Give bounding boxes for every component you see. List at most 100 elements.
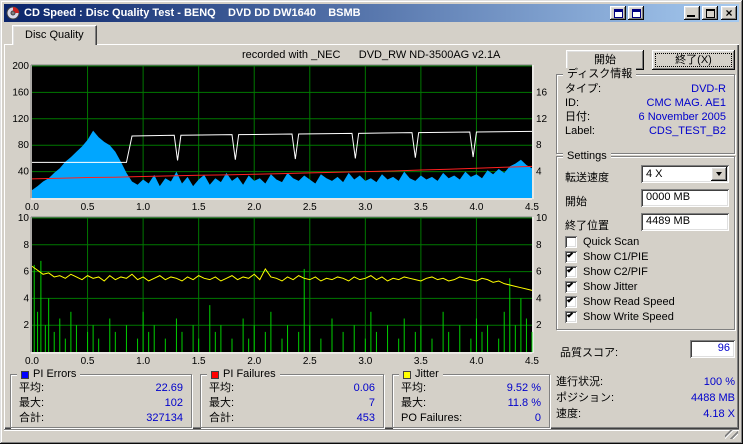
- show-write-speed-checkbox[interactable]: [565, 310, 577, 323]
- checkbox-label: Show C2/PIF: [583, 265, 648, 278]
- minimize-icon: [687, 15, 695, 17]
- svg-text:3.5: 3.5: [414, 202, 428, 212]
- svg-text:2.5: 2.5: [303, 202, 317, 212]
- svg-text:120: 120: [12, 114, 29, 125]
- disc-type-value: DVD-R: [691, 83, 726, 95]
- pi-failures-legend-chip: [211, 370, 219, 379]
- show-c1-pie-checkbox[interactable]: [565, 250, 577, 263]
- checkbox-show-read-speed[interactable]: Show Read Speed: [565, 295, 675, 308]
- settings-group: Settings 転送速度 4 X 開始 0000 MB 終了位置 4489 M…: [556, 150, 735, 330]
- pie-speed-chart: 200 160 120 80 40 16 12 8 4 0.0 0.5 1.0 1.5 2.0 2.5 3.0…: [8, 62, 550, 212]
- chevron-down-icon: [716, 172, 722, 176]
- pif-jitter-chart: 10 8 6 4 2 10 8 6 4 2 0.0 0.5 1.0 1.5 2.0 2.5 3.0 3.5 4.0 4…: [8, 214, 550, 366]
- pie-speed-chart-svg: 200 160 120 80 40 16 12 8 4 0.0 0.5 1.0 1.5 2.0 2.5 3.0…: [12, 62, 548, 212]
- titlebar[interactable]: CD Speed : Disc Quality Test - BENQ DVD …: [4, 4, 739, 22]
- svg-text:80: 80: [18, 140, 30, 151]
- svg-text:10: 10: [18, 214, 30, 224]
- svg-text:8: 8: [536, 240, 542, 251]
- quick-scan-checkbox[interactable]: [565, 235, 577, 248]
- disc-type-row: タイプ: DVD-R: [565, 83, 726, 97]
- show-c2-pif-checkbox[interactable]: [565, 265, 577, 278]
- quality-score-label: 品質スコア:: [560, 347, 619, 359]
- svg-text:1.0: 1.0: [136, 356, 150, 366]
- checkbox-label: Show C1/PIE: [583, 250, 649, 263]
- stat-row: 平均: 9.52 %: [401, 382, 541, 394]
- stat-row: 最大: 7: [209, 397, 375, 409]
- stat-row: 最大: 102: [19, 397, 183, 409]
- svg-text:4: 4: [536, 293, 542, 304]
- check-icon: [566, 250, 574, 258]
- show-jitter-checkbox[interactable]: [565, 280, 577, 293]
- checkbox-show-c1-pie[interactable]: Show C1/PIE: [565, 250, 648, 263]
- checkbox-show-jitter[interactable]: Show Jitter: [565, 280, 637, 293]
- start-position-label: 開始: [565, 196, 587, 208]
- svg-text:1.0: 1.0: [136, 202, 150, 212]
- tab-disc-quality[interactable]: Disc Quality: [12, 25, 97, 45]
- show-read-speed-checkbox[interactable]: [565, 295, 577, 308]
- speed-select[interactable]: 4 X: [641, 165, 729, 183]
- resize-grip[interactable]: [725, 430, 738, 439]
- pi-failures-group: PI Failures 平均: 0.06 最大: 7 合計: 453: [200, 368, 384, 428]
- check-icon: [566, 280, 574, 288]
- svg-text:0.0: 0.0: [25, 202, 39, 212]
- tab-label: Disc Quality: [25, 29, 84, 41]
- quality-score-value: 96: [690, 340, 735, 358]
- svg-text:200: 200: [12, 62, 29, 72]
- svg-text:2.5: 2.5: [303, 356, 317, 366]
- svg-text:3.0: 3.0: [358, 356, 372, 366]
- svg-text:160: 160: [12, 87, 29, 98]
- svg-text:6: 6: [23, 267, 29, 278]
- checkbox-label: Show Write Speed: [583, 310, 674, 323]
- svg-text:0.0: 0.0: [25, 356, 39, 366]
- start-button[interactable]: 開始: [566, 50, 644, 70]
- disc-label-row: Label: CDS_TEST_B2: [565, 125, 726, 139]
- checkbox-label: Show Read Speed: [583, 295, 675, 308]
- check-icon: [566, 295, 574, 303]
- close-icon: ×: [725, 5, 733, 20]
- svg-text:12: 12: [536, 114, 548, 125]
- jitter-legend-chip: [403, 370, 411, 379]
- app-icon: [6, 6, 20, 20]
- tab-page: recorded with _NEC DVD_RW ND-3500AG v2.1…: [4, 44, 739, 429]
- svg-text:2: 2: [23, 320, 29, 331]
- checkbox-show-c2-pif[interactable]: Show C2/PIF: [565, 265, 648, 278]
- titlebar-extra-button-2[interactable]: [628, 6, 644, 20]
- check-icon: [566, 265, 574, 273]
- check-icon: [566, 310, 574, 318]
- maximize-button[interactable]: [702, 6, 718, 20]
- end-position-field[interactable]: 4489 MB: [641, 213, 729, 231]
- svg-text:0.5: 0.5: [81, 356, 95, 366]
- speed-select-dropdown-button[interactable]: [711, 167, 727, 181]
- end-position-label: 終了位置: [565, 220, 609, 232]
- stat-row: 合計: 327134: [19, 412, 183, 424]
- stat-row: 平均: 0.06: [209, 382, 375, 394]
- svg-text:4: 4: [536, 167, 542, 178]
- close-button[interactable]: ×: [721, 6, 737, 20]
- start-position-field[interactable]: 0000 MB: [641, 189, 729, 207]
- pif-jitter-chart-svg: 10 8 6 4 2 10 8 6 4 2 0.0 0.5 1.0 1.5 2.0 2.5 3.0 3.5 4.0 4…: [18, 214, 548, 366]
- position-row: ポジション: 4488 MB: [556, 392, 735, 404]
- svg-text:8: 8: [23, 240, 29, 251]
- svg-text:2.0: 2.0: [247, 202, 261, 212]
- svg-text:1.5: 1.5: [192, 202, 206, 212]
- svg-text:10: 10: [536, 214, 548, 224]
- exit-button[interactable]: 終了(X): [652, 50, 735, 70]
- speed-label: 転送速度: [565, 172, 609, 184]
- svg-text:4: 4: [23, 293, 29, 304]
- checkbox-quick-scan[interactable]: Quick Scan: [565, 235, 639, 248]
- checkbox-show-write-speed[interactable]: Show Write Speed: [565, 310, 674, 323]
- svg-text:4.0: 4.0: [469, 356, 483, 366]
- app-window: CD Speed : Disc Quality Test - BENQ DVD …: [0, 0, 743, 444]
- document-icon: [613, 8, 623, 18]
- svg-text:4.5: 4.5: [525, 202, 539, 212]
- svg-text:4.0: 4.0: [469, 202, 483, 212]
- checkbox-label: Show Jitter: [583, 280, 638, 293]
- minimize-button[interactable]: [684, 6, 700, 20]
- disc-info-group: ディスク情報 タイプ: DVD-R ID: CMC MAG. AE1 日付: 6 No…: [556, 68, 735, 154]
- checkbox-label: Quick Scan: [583, 235, 640, 248]
- titlebar-extra-button-1[interactable]: [610, 6, 626, 20]
- svg-text:8: 8: [536, 140, 542, 151]
- stat-row: 最大: 11.8 %: [401, 397, 541, 409]
- pi-errors-title: PI Errors: [33, 368, 77, 380]
- pi-failures-title: PI Failures: [223, 368, 276, 380]
